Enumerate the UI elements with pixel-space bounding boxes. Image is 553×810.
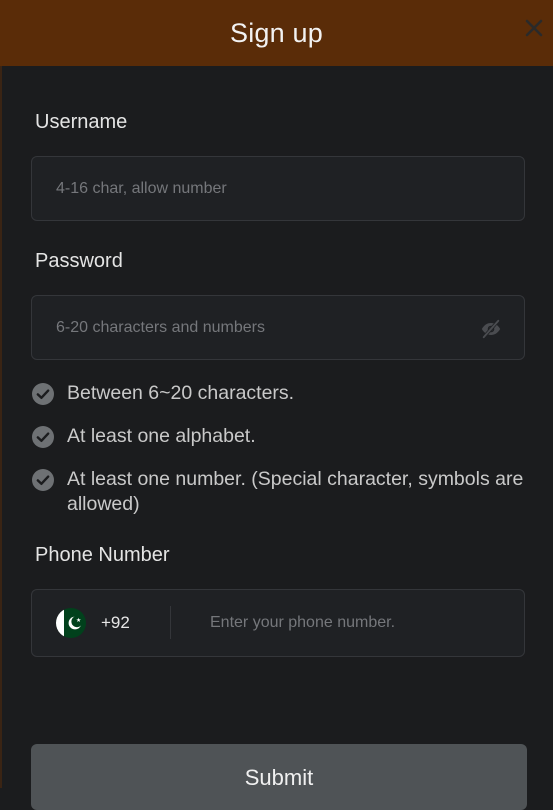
phone-label: Phone Number — [35, 544, 170, 566]
phone-field[interactable]: +92 — [31, 589, 525, 657]
check-circle-icon — [32, 426, 54, 448]
modal-title: Sign up — [230, 17, 323, 48]
password-visibility-toggle[interactable] — [480, 318, 502, 340]
username-field[interactable] — [31, 156, 525, 221]
password-rule-alphabet: At least one alphabet. — [31, 425, 531, 449]
eye-slash-icon — [481, 319, 501, 339]
check-circle-icon — [32, 383, 54, 405]
check-circle-icon — [32, 469, 54, 491]
close-button[interactable] — [523, 16, 545, 40]
password-rule-text: Between 6~20 characters. — [67, 382, 295, 404]
pakistan-flag-icon — [56, 608, 86, 638]
phone-input[interactable] — [210, 590, 500, 656]
username-input[interactable] — [56, 157, 456, 220]
modal-header: Sign up — [0, 0, 553, 66]
password-field[interactable] — [31, 295, 525, 360]
password-input[interactable] — [56, 296, 456, 359]
password-rule-number: At least one number. (Special character,… — [31, 468, 531, 517]
phone-divider — [170, 606, 171, 639]
username-label: Username — [35, 111, 128, 133]
country-selector[interactable] — [56, 608, 86, 638]
modal-left-edge — [0, 66, 2, 788]
password-rule-text: At least one number. (Special character,… — [67, 468, 524, 515]
password-rule-length: Between 6~20 characters. — [31, 382, 531, 406]
close-icon — [525, 19, 543, 37]
submit-button[interactable]: Submit — [31, 744, 527, 810]
password-label: Password — [35, 250, 123, 272]
dial-code[interactable]: +92 — [101, 590, 130, 656]
password-rule-text: At least one alphabet. — [67, 425, 256, 447]
